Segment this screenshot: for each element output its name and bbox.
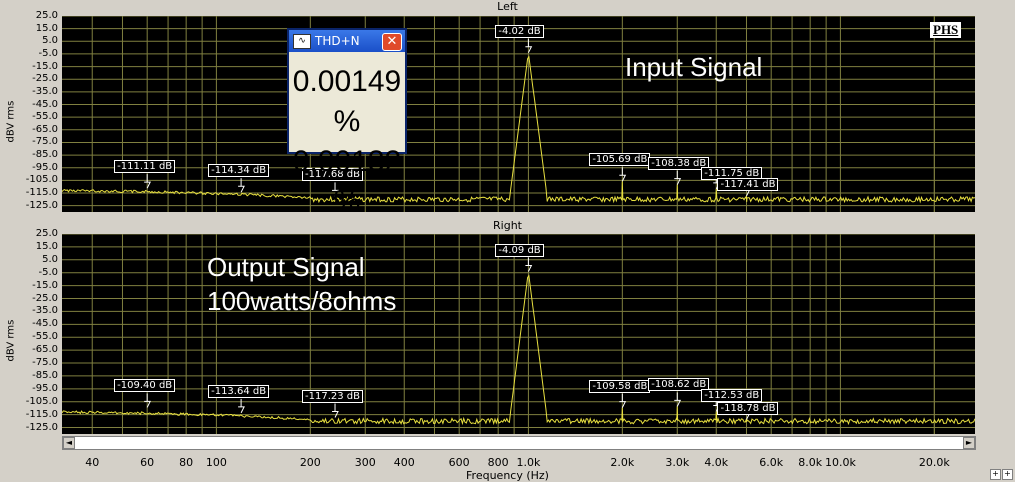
thd-n-window[interactable]: ∿ THD+N ✕ 0.00149 % 0.00132 % — [287, 28, 407, 218]
horizontal-scrollbar[interactable]: ◄ ► — [62, 436, 976, 450]
marker-label: -117.41 dB — [717, 178, 779, 192]
y-tick-label: -15.0 — [32, 60, 58, 72]
y-tick-label: -25.0 — [32, 292, 58, 304]
x-tick-label: 10.0k — [824, 456, 856, 469]
y-tick-label: -45.0 — [32, 318, 58, 330]
marker-label: -109.58 dB — [589, 379, 651, 393]
spectrum-chart-left — [62, 16, 975, 212]
close-button[interactable]: ✕ — [382, 33, 402, 51]
x-tick-label: 800 — [487, 456, 509, 469]
waveform-icon: ∿ — [293, 33, 311, 49]
y-tick-label: -25.0 — [32, 73, 58, 85]
y-tick-label: 25.0 — [35, 10, 58, 21]
y-tick-label: -35.0 — [32, 85, 58, 97]
y-tick-label: -125.0 — [25, 199, 58, 211]
y-tick-label: -65.0 — [32, 123, 58, 135]
marker-label: -113.64 dB — [208, 384, 270, 398]
marker-label: -117.23 dB — [302, 389, 364, 403]
thd-value-right: 0.00132 % — [292, 145, 402, 218]
y-tick-label: -5.0 — [38, 47, 58, 59]
zoom-in-button-1[interactable]: + — [990, 469, 1001, 480]
y-tick-label: -55.0 — [32, 111, 58, 123]
spectrum-plot-right[interactable] — [62, 234, 975, 434]
grid-lines — [62, 234, 975, 434]
x-tick-label: 100 — [205, 456, 227, 469]
y-tick-label: 15.0 — [35, 22, 58, 34]
output-signal-annotation: Output Signal — [207, 252, 365, 282]
marker-label: -118.78 dB — [717, 401, 779, 415]
y-tick-label: -105.0 — [25, 174, 58, 186]
y-tick-label: -105.0 — [25, 395, 58, 407]
y-tick-label: -65.0 — [32, 344, 58, 356]
y-tick-label: 25.0 — [35, 228, 58, 239]
x-tick-label: 80 — [179, 456, 194, 469]
x-tick-label: 200 — [299, 456, 321, 469]
marker-arrow — [238, 185, 245, 193]
x-tick-label: 600 — [448, 456, 470, 469]
marker-label: -111.11 dB — [114, 160, 176, 174]
x-axis-label: Frequency (Hz) — [466, 469, 549, 482]
output-load-annotation: 100watts/8ohms — [207, 286, 397, 316]
x-tick-label: 400 — [393, 456, 415, 469]
marker-arrow — [238, 406, 245, 414]
scroll-left-button[interactable]: ◄ — [63, 437, 75, 449]
x-tick-label: 60 — [140, 456, 155, 469]
x-tick-label: 1.0k — [516, 456, 541, 469]
y-tick-label: -95.0 — [32, 161, 58, 173]
y-tick-label: -115.0 — [25, 408, 58, 420]
spectrum-plot-left[interactable] — [62, 16, 975, 212]
y-tick-label: -35.0 — [32, 305, 58, 317]
y-tick-label: -5.0 — [38, 266, 58, 278]
phs-logo: PHS — [930, 22, 962, 38]
marker-label: -108.38 dB — [648, 156, 710, 170]
y-tick-label: -55.0 — [32, 331, 58, 343]
marker-label: -112.53 dB — [701, 389, 763, 403]
x-tick-label: 6.0k — [759, 456, 784, 469]
y-tick-label: -15.0 — [32, 279, 58, 291]
y-tick-label: 15.0 — [35, 240, 58, 252]
thd-value-left: 0.00149 % — [292, 65, 402, 138]
y-tick-label: 5.0 — [42, 35, 58, 47]
marker-label: -108.62 dB — [648, 378, 710, 392]
panel-title-left: Left — [497, 0, 518, 13]
panel-title-right: Right — [493, 219, 522, 232]
x-tick-label: 8.0k — [798, 456, 823, 469]
y-tick-label: -75.0 — [32, 357, 58, 369]
marker-label: -4.02 dB — [495, 24, 544, 38]
y-tick-label: -85.0 — [32, 369, 58, 381]
input-signal-annotation: Input Signal — [625, 52, 763, 82]
y-tick-label: 5.0 — [42, 253, 58, 265]
y-tick-label: -85.0 — [32, 149, 58, 161]
grid-lines — [62, 16, 975, 212]
thd-n-title: THD+N — [315, 34, 360, 48]
marker-label: -114.34 dB — [208, 164, 270, 178]
x-tick-label: 20.0k — [918, 456, 950, 469]
scroll-right-button[interactable]: ► — [963, 437, 975, 449]
zoom-in-button-2[interactable]: + — [1002, 469, 1013, 480]
y-tick-label: -45.0 — [32, 98, 58, 110]
marker-label: -105.69 dB — [589, 153, 651, 167]
x-tick-label: 2.0k — [610, 456, 635, 469]
marker-label: -4.09 dB — [495, 243, 544, 257]
y-tick-label: -75.0 — [32, 136, 58, 148]
x-tick-label: 3.0k — [665, 456, 690, 469]
x-tick-label: 300 — [354, 456, 376, 469]
y-tick-label: -95.0 — [32, 382, 58, 394]
y-tick-label: -125.0 — [25, 421, 58, 433]
marker-label: -109.40 dB — [114, 379, 176, 393]
y-tick-label: -115.0 — [25, 187, 58, 199]
x-tick-label: 4.0k — [704, 456, 729, 469]
spectrum-chart-right — [62, 234, 975, 434]
x-tick-label: 40 — [85, 456, 100, 469]
